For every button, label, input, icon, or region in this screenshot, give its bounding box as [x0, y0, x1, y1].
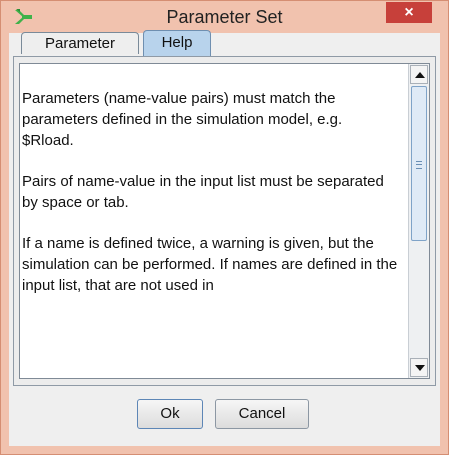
tab-parameter[interactable]: Parameter: [21, 32, 139, 54]
dialog-client: Parameter Help Parameters (name-value pa…: [9, 30, 440, 446]
scroll-down-arrow-icon[interactable]: [410, 358, 428, 377]
window-title: Parameter Set: [166, 7, 283, 27]
ok-button[interactable]: Ok: [137, 399, 203, 429]
help-paragraph: Pairs of name-value in the input list mu…: [22, 173, 384, 211]
vertical-scrollbar[interactable]: [408, 64, 429, 378]
tab-help-label: Help: [161, 34, 193, 51]
scroll-up-arrow-icon[interactable]: [410, 65, 428, 84]
close-button[interactable]: ×: [386, 2, 432, 23]
title-bar[interactable]: Parameter Set ×: [1, 1, 448, 31]
help-text-area[interactable]: Parameters (name-value pairs) must match…: [19, 63, 430, 379]
help-paragraph: Parameters (name-value pairs) must match…: [22, 90, 343, 149]
grip-icon: [416, 161, 422, 169]
tab-strip: Parameter Help: [21, 30, 431, 56]
cancel-button[interactable]: Cancel: [215, 399, 309, 429]
tab-parameter-label: Parameter: [44, 35, 116, 52]
tab-help[interactable]: Help: [143, 30, 211, 56]
help-text: Parameters (name-value pairs) must match…: [22, 88, 398, 316]
help-paragraph: If a name is defined twice, a warning is…: [22, 235, 398, 294]
dialog-window: Parameter Set × Parameter Help Parameter…: [0, 0, 449, 455]
scroll-thumb[interactable]: [411, 86, 427, 241]
